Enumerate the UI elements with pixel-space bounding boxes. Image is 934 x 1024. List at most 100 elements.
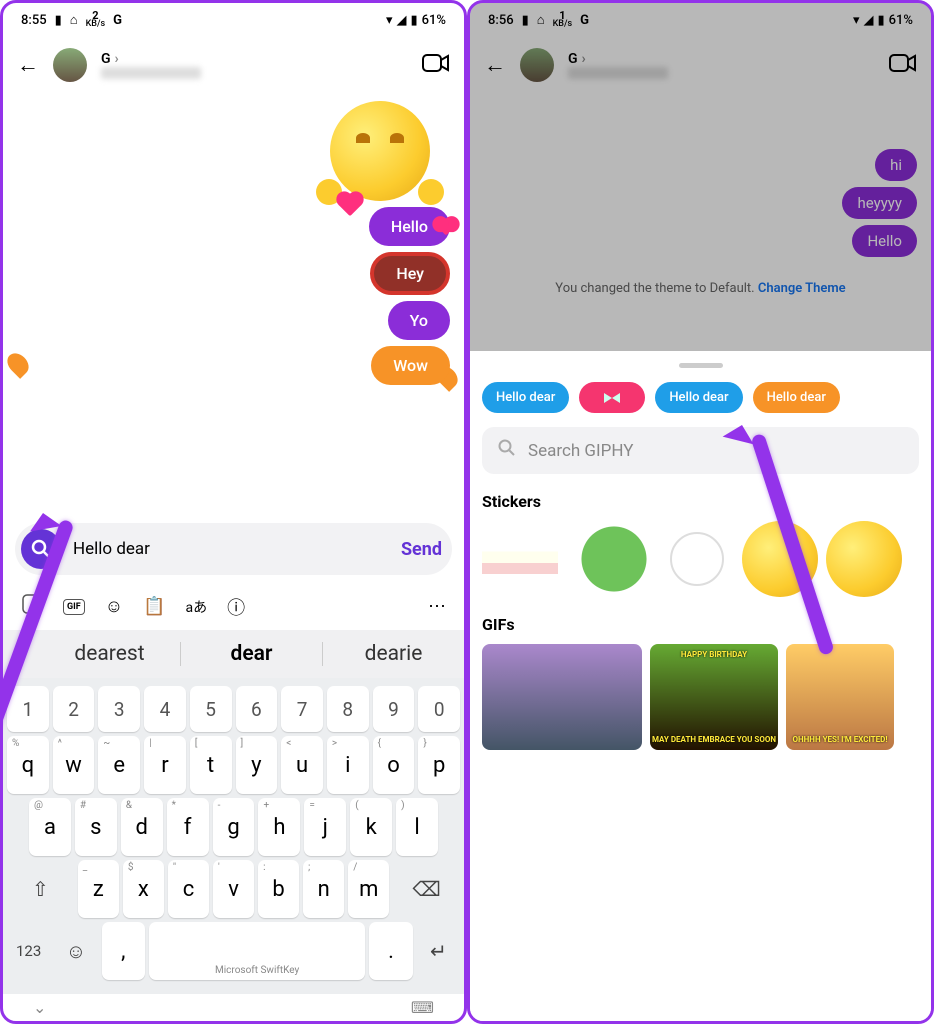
key-9[interactable]: 9 [373,686,415,732]
key-t[interactable]: [t [190,736,232,794]
chat-name[interactable]: G› [568,51,668,67]
effect-option[interactable]: Hello dear [753,382,840,413]
key-s[interactable]: #s [75,798,117,856]
key-e[interactable]: ~e [98,736,140,794]
key-k[interactable]: (k [350,798,392,856]
key-n[interactable]: ;n [303,860,344,918]
key-j[interactable]: =j [304,798,346,856]
avatar[interactable] [53,48,87,82]
gif-item[interactable] [482,644,642,750]
stickers-heading: Stickers [482,492,919,511]
message-bubble[interactable]: Hello [852,225,917,257]
keyboard-switch-icon[interactable]: ⌨ [411,998,434,1017]
sticker-icon[interactable]: ☺ [105,596,123,617]
key-g[interactable]: -g [213,798,255,856]
key-7[interactable]: 7 [281,686,323,732]
status-time: 8:55 [21,13,47,28]
video-call-icon[interactable] [422,52,450,78]
frog-sticker[interactable] [576,521,652,597]
send-button[interactable]: Send [401,539,442,560]
key-3[interactable]: 3 [98,686,140,732]
enter-key[interactable]: ↵ [417,922,460,980]
numbers-key[interactable]: 123 [7,922,50,980]
key-r[interactable]: |r [144,736,186,794]
effect-option-gift[interactable] [579,382,645,413]
home-icon: ⌂ [70,12,78,28]
key-w[interactable]: ^w [53,736,95,794]
key-m[interactable]: /m [348,860,389,918]
key-x[interactable]: $x [123,860,164,918]
giphy-search[interactable]: Search GIPHY [482,427,919,474]
signal-icon: ◢ [396,13,406,28]
key-y[interactable]: ]y [236,736,278,794]
key-f[interactable]: *f [167,798,209,856]
battery-pct: 61% [422,13,446,28]
video-call-icon[interactable] [889,52,917,78]
message-bubble[interactable]: heyyyy [842,187,917,219]
effect-option[interactable]: Hello dear [482,382,569,413]
google-icon: G [113,13,122,28]
key-6[interactable]: 6 [236,686,278,732]
wifi-icon: ▾ [386,13,393,28]
translate-icon[interactable]: aあ [186,597,208,617]
battery-icon: ▮ [877,13,884,28]
suggestion[interactable]: dearest [39,642,180,666]
key-1[interactable]: 1 [7,686,49,732]
battery-icon: ▮ [410,13,417,28]
gifs-heading: GIFs [482,615,919,634]
comma-key[interactable]: , [102,922,145,980]
backspace-key[interactable]: ⌫ [393,860,460,918]
key-o[interactable]: {o [373,736,415,794]
message-bubble[interactable]: Wow [371,346,450,385]
chat-name[interactable]: G› [101,51,201,67]
message-input[interactable] [61,539,401,559]
key-a[interactable]: @a [29,798,71,856]
status-bar: 8:56 ▮ ⌂ 1KB/s G ▾ ◢ ▮ 61% [470,3,931,37]
period-key[interactable]: . [369,922,412,980]
change-theme-link[interactable]: Change Theme [758,281,846,296]
gif-item[interactable]: HAPPY BIRTHDAY MAY DEATH EMBRACE YOU SOO… [650,644,778,750]
message-bubble[interactable]: hi [875,149,917,181]
key-8[interactable]: 8 [327,686,369,732]
key-v[interactable]: 'v [213,860,254,918]
key-l[interactable]: )l [396,798,438,856]
gif-icon[interactable]: GIF [63,599,85,615]
loading-sticker[interactable] [670,532,724,586]
keyboard: 1234567890 %q^w~e|r[t]y<u>i{o}p @a#s&d*f… [3,678,464,994]
cake-sticker[interactable] [482,521,558,597]
key-0[interactable]: 0 [418,686,460,732]
nav-down-icon[interactable]: ⌄ [33,998,46,1017]
key-z[interactable]: _z [78,860,119,918]
space-key[interactable]: Microsoft SwiftKey [149,922,366,980]
suggestion[interactable]: dear [180,642,323,666]
key-2[interactable]: 2 [53,686,95,732]
key-4[interactable]: 4 [144,686,186,732]
key-u[interactable]: <u [281,736,323,794]
signal-icon: ◢ [863,13,873,28]
suggestion[interactable]: dearie [323,642,464,666]
key-c[interactable]: "c [168,860,209,918]
key-b[interactable]: :b [258,860,299,918]
message-bubble[interactable]: Yo [388,301,450,340]
avatar[interactable] [520,48,554,82]
shift-key[interactable]: ⇧ [7,860,74,918]
giphy-placeholder: Search GIPHY [528,441,633,461]
wifi-icon: ▾ [853,13,860,28]
heart-face-sticker[interactable] [826,521,902,597]
gif-item[interactable]: OHHHH YES! I'M EXCITED! [786,644,894,750]
key-i[interactable]: >i [327,736,369,794]
hugging-face-sticker[interactable] [330,101,430,201]
back-icon[interactable]: ← [484,52,506,78]
key-p[interactable]: }p [418,736,460,794]
clipboard-icon[interactable]: 📋 [143,596,165,617]
emoji-key[interactable]: ☺ [54,922,97,980]
key-h[interactable]: +h [258,798,300,856]
key-q[interactable]: %q [7,736,49,794]
key-d[interactable]: &d [121,798,163,856]
key-5[interactable]: 5 [190,686,232,732]
sheet-handle[interactable] [679,363,723,368]
back-icon[interactable]: ← [17,52,39,78]
more-icon[interactable]: ⋯ [428,596,446,617]
message-bubble[interactable]: Hey [370,252,450,295]
info-icon[interactable]: ⓘ [227,594,245,620]
